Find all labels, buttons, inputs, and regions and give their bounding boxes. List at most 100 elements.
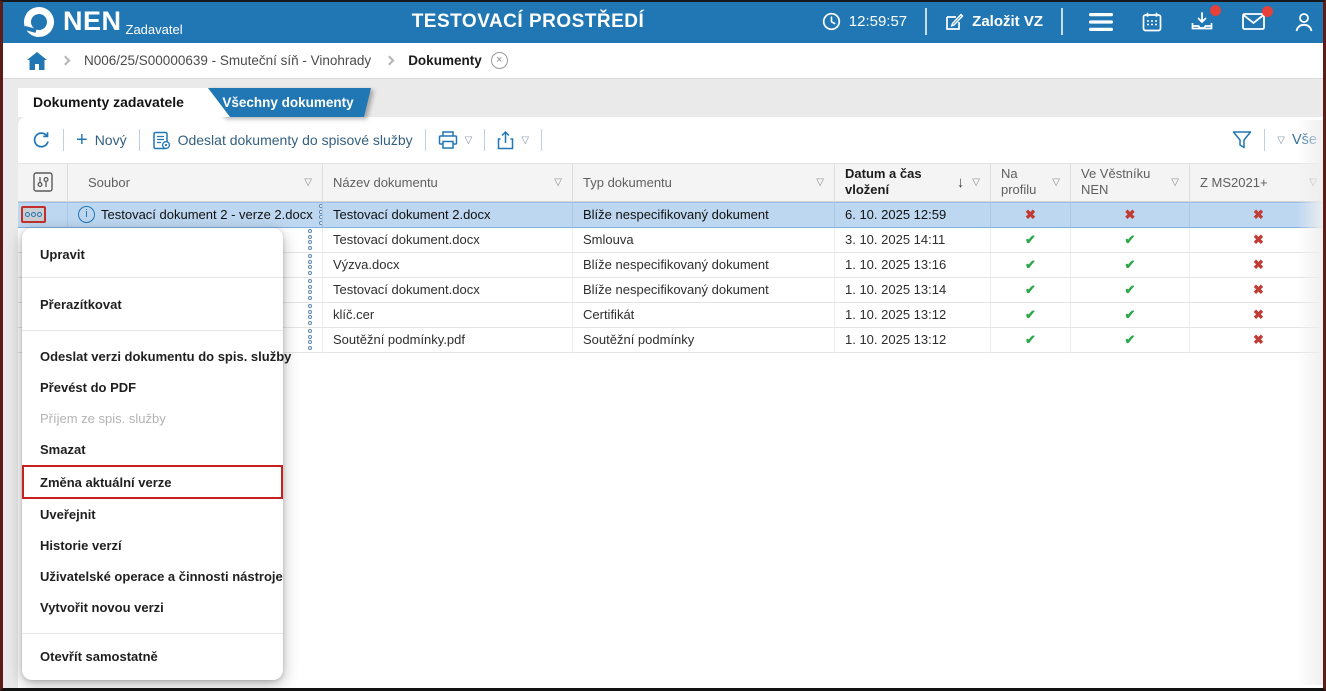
menu-item-zmena-verze[interactable]: Změna aktuální verze	[22, 465, 283, 499]
column-header-nazev[interactable]: Název dokumentu ▽	[323, 163, 573, 202]
cell-name: Testovací dokument.docx	[323, 228, 573, 253]
cell-name: Testovací dokument 2.docx	[323, 202, 573, 228]
view-filter-dropdown[interactable]: ▽ Vše	[1277, 132, 1317, 148]
refresh-button[interactable]	[32, 131, 51, 150]
column-header-ms2021[interactable]: Z MS2021+ ▽	[1190, 163, 1323, 202]
menu-item-prevest-pdf[interactable]: Převést do PDF	[22, 372, 283, 403]
row-drag-handle-icon[interactable]	[302, 254, 312, 275]
filter-icon[interactable]: ▽	[1303, 177, 1317, 188]
sort-desc-icon[interactable]: ↓	[957, 174, 965, 191]
filter-icon[interactable]: ▽	[810, 177, 824, 188]
menu-item-smazat[interactable]: Smazat	[22, 434, 283, 465]
filter-icon[interactable]: ▽	[1046, 177, 1060, 188]
column-label: Z MS2021+	[1200, 175, 1268, 190]
filter-button[interactable]	[1232, 130, 1252, 150]
column-settings-button[interactable]	[18, 163, 68, 202]
status-in-bulletin: ✔	[1125, 257, 1136, 273]
home-icon[interactable]	[27, 52, 47, 70]
status-in-bulletin: ✔	[1125, 332, 1136, 348]
cell-type: Blíže nespecifikovaný dokument	[573, 202, 835, 228]
column-header-soubor[interactable]: Soubor ▽	[68, 163, 323, 202]
row-context-menu: Upravit Přerazítkovat Odeslat verzi doku…	[22, 228, 283, 680]
row-drag-handle-icon[interactable]	[302, 279, 312, 300]
chevron-down-icon[interactable]: ▽	[521, 135, 529, 146]
export-button[interactable]: ▽	[497, 131, 529, 150]
status-from-ms2021: ✖	[1253, 282, 1264, 298]
tab-vsechny-dokumenty[interactable]: Všechny dokumenty	[205, 88, 371, 117]
row-drag-handle-icon[interactable]	[313, 204, 323, 225]
menu-item-odeslat-verzi[interactable]: Odeslat verzi dokumentu do spis. služby	[22, 341, 283, 372]
breadcrumb-case[interactable]: N006/25/S00000639 - Smuteční síň - Vinoh…	[84, 53, 371, 68]
filter-icon[interactable]: ▽	[548, 177, 562, 188]
create-tender-label: Založit VZ	[972, 13, 1043, 30]
column-header-datum[interactable]: Datum a čas vložení ↓ ▽	[835, 163, 991, 202]
cell-name: klíč.cer	[323, 303, 573, 328]
row-drag-handle-icon[interactable]	[302, 304, 312, 325]
menu-item-otevrit-samostatne[interactable]: Otevřít samostatně	[22, 634, 283, 678]
column-header-typ[interactable]: Typ dokumentu ▽	[573, 163, 835, 202]
share-icon	[497, 131, 514, 150]
filter-icon[interactable]: ▽	[966, 177, 980, 188]
send-to-filing-button[interactable]: Odeslat dokumenty do spisové služby	[152, 131, 413, 150]
cell-type: Certifikát	[573, 303, 835, 328]
menu-item-historie-verzi[interactable]: Historie verzí	[22, 530, 283, 561]
calendar-button[interactable]	[1142, 12, 1162, 32]
column-label: Název dokumentu	[333, 175, 438, 190]
clock-icon	[822, 12, 841, 31]
cell-date: 1. 10. 2025 13:12	[835, 303, 991, 328]
filter-icon[interactable]: ▽	[1165, 177, 1179, 188]
cell-file: Testovací dokument 2 - verze 2.docx	[101, 207, 313, 222]
toolbar: + Nový Odeslat dokumenty do spisové služ…	[18, 117, 1323, 163]
menu-item-prerazitkovat[interactable]: Přerazítkovat	[22, 278, 283, 330]
new-document-button[interactable]: + Nový	[76, 130, 127, 150]
chevron-down-icon[interactable]: ▽	[465, 135, 473, 146]
menu-item-vytvorit-verzi[interactable]: Vytvořit novou verzi	[22, 592, 283, 623]
table-row[interactable]: i Testovací dokument 2 - verze 2.docx Te…	[18, 202, 1323, 228]
menu-item-uverejnit[interactable]: Uveřejnit	[22, 499, 283, 530]
brand: NEN Zadavatel	[24, 0, 183, 43]
row-drag-handle-icon[interactable]	[302, 229, 312, 250]
row-drag-handle-icon[interactable]	[302, 329, 312, 350]
column-label: Soubor	[88, 175, 130, 190]
filter-icon[interactable]: ▽	[298, 177, 312, 188]
environment-title: TESTOVACÍ PROSTŘEDÍ	[412, 0, 645, 43]
cell-date: 1. 10. 2025 13:16	[835, 253, 991, 278]
status-from-ms2021: ✖	[1253, 232, 1264, 248]
menu-item-upravit[interactable]: Upravit	[22, 231, 283, 277]
status-on-profile: ✔	[1025, 332, 1036, 348]
row-actions-button[interactable]	[21, 206, 46, 223]
clock-group: 12:59:57	[822, 12, 907, 31]
cell-type: Smlouva	[573, 228, 835, 253]
chevron-right-icon	[385, 56, 395, 66]
column-label: Ve Věstníku NEN	[1081, 166, 1156, 199]
column-header-vestnik[interactable]: Ve Věstníku NEN ▽	[1071, 163, 1190, 202]
status-from-ms2021: ✖	[1253, 207, 1264, 223]
app-header: NEN Zadavatel TESTOVACÍ PROSTŘEDÍ 12:59:…	[0, 0, 1326, 43]
print-button[interactable]: ▽	[438, 131, 473, 149]
status-in-bulletin: ✔	[1125, 307, 1136, 323]
notification-badge	[1210, 5, 1221, 16]
status-in-bulletin: ✔	[1125, 232, 1136, 248]
close-breadcrumb-icon[interactable]: ×	[491, 52, 508, 69]
info-icon[interactable]: i	[78, 206, 95, 223]
send-to-filing-label: Odeslat dokumenty do spisové služby	[178, 132, 413, 148]
column-label: Datum a čas vložení	[845, 166, 937, 199]
user-profile-button[interactable]	[1294, 12, 1314, 32]
tab-dokumenty-zadavatele[interactable]: Dokumenty zadavatele	[18, 88, 230, 117]
column-header-na-profilu[interactable]: Na profilu ▽	[991, 163, 1071, 202]
status-on-profile: ✖	[1025, 207, 1036, 223]
create-tender-button[interactable]: Založit VZ	[945, 12, 1043, 31]
status-on-profile: ✔	[1025, 282, 1036, 298]
plus-icon: +	[76, 130, 88, 150]
status-on-profile: ✔	[1025, 257, 1036, 273]
toolbar-separator	[425, 129, 426, 151]
status-on-profile: ✔	[1025, 232, 1036, 248]
chevron-down-icon: ▽	[1277, 135, 1285, 146]
messages-button[interactable]	[1242, 13, 1265, 30]
main-menu-button[interactable]	[1089, 13, 1113, 31]
status-in-bulletin: ✖	[1125, 207, 1136, 223]
received-documents-button[interactable]	[1191, 12, 1213, 32]
menu-item-uzivatelske-operace[interactable]: Uživatelské operace a činnosti nástroje	[22, 561, 283, 592]
toolbar-separator	[484, 129, 485, 151]
status-from-ms2021: ✖	[1253, 332, 1264, 348]
